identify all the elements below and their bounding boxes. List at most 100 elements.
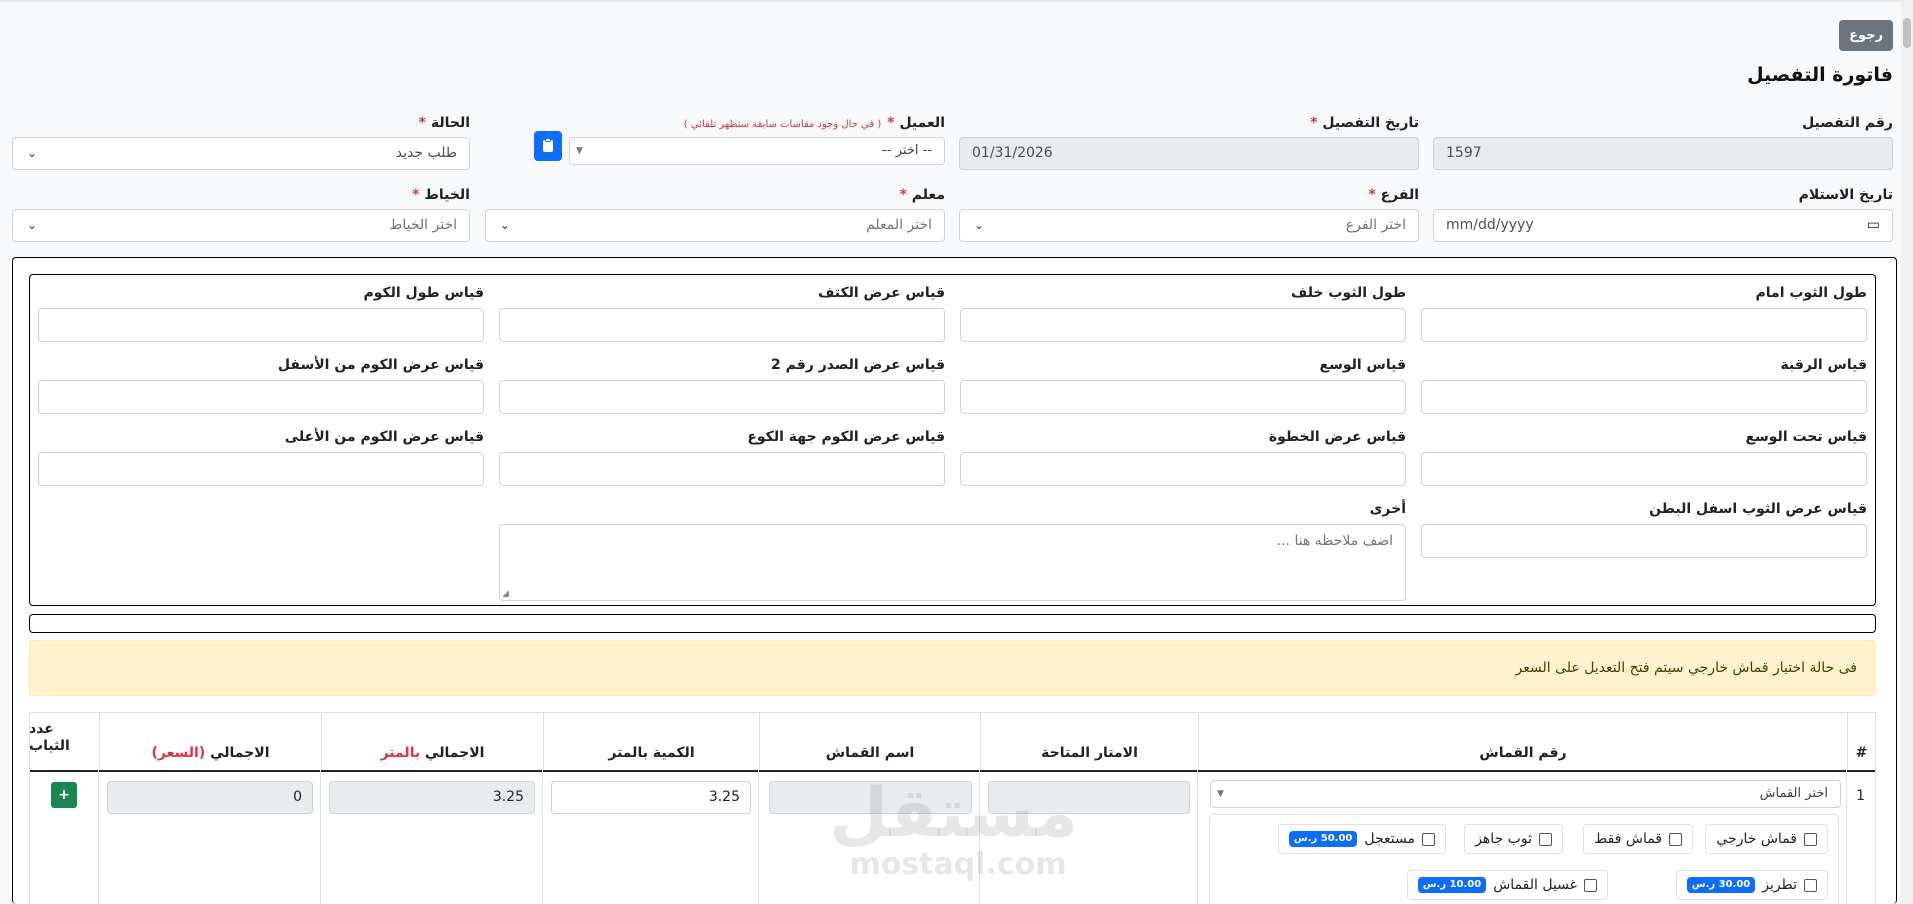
chest-width-2-field: قياس عرض الصدر رقم 2 [499,357,945,414]
front-length-label: طول الثوب امام [1755,285,1867,301]
invoice-no-label: رقم التفصيل [1802,115,1893,131]
sleeve-bottom-label: قياس عرض الكوم من الأسفل [277,357,484,373]
sleeve-top-field: قياس عرض الكوم من الأعلى [38,429,484,486]
invoice-date-input[interactable]: 01/31/2026 [959,137,1419,170]
shoulder-width-input[interactable] [499,308,945,342]
sleeve-bottom-field: قياس عرض الكوم من الأسفل [38,357,484,414]
checkbox[interactable] [1539,832,1552,846]
wash-price-badge: 10.00 ر.س [1417,877,1487,893]
col-header-qty-meter: الكمية بالمتر [543,713,759,770]
receive-date-field: تاريخ الاستلام mm/dd/yyyy ▭ [1433,187,1893,242]
col-header-available-meters: الامتار المتاحة [980,713,1198,770]
client-field: العميل *( في حال وجود مقاسات سابقه ستظهر… [569,115,945,165]
other-notes-label: أخرى [1369,501,1406,517]
receive-date-label: تاريخ الاستلام [1798,187,1893,203]
checkbox[interactable] [1804,832,1817,846]
col-header-fabric-name: اسم القماش [759,713,980,770]
resize-grip-icon[interactable]: ◢ [502,589,509,599]
front-length-input[interactable] [1421,308,1867,342]
branch-label: الفرع * [1368,187,1419,203]
clipboard-button[interactable] [534,131,562,161]
checkbox[interactable] [1804,878,1817,892]
client-select[interactable]: -- اختر -- ▼ [569,137,945,165]
waist-input[interactable] [960,380,1406,414]
col-header-total-meter: الاجمالي بالمتر [321,713,543,770]
col-header-fabric-no: رقم القماش [1198,713,1847,770]
col-divider [320,770,321,904]
sleeve-bottom-input[interactable] [38,380,484,414]
other-notes-textarea[interactable]: اضف ملاحظه هنا ... ◢ [499,524,1406,601]
add-row-button[interactable]: + [51,782,77,808]
sleeve-elbow-input[interactable] [499,452,945,486]
total-price-input[interactable]: 0 [107,781,313,814]
sleeve-length-input[interactable] [38,308,484,342]
page-scrollbar[interactable] [1901,0,1913,904]
teacher-label: معلم * [899,187,945,203]
teacher-select[interactable]: اختر المعلم ⌄ [485,209,945,242]
checkbox[interactable] [1669,832,1682,846]
neck-field: قياس الرقبة [1421,357,1867,414]
clipboard-icon [543,138,553,152]
measurements-box: طول الثوب امام طول الثوب خلف قياس عرض ال… [29,274,1876,606]
invoice-no-input[interactable]: 1597 [1433,137,1893,170]
col-divider [758,770,759,904]
top-border [0,0,1913,2]
sleeve-length-label: قياس طول الكوم [363,285,484,301]
back-button[interactable]: رجوع [1839,20,1893,51]
other-notes-field: أخرى اضف ملاحظه هنا ... ◢ [499,501,1406,601]
receive-date-input[interactable]: mm/dd/yyyy ▭ [1433,209,1893,242]
chevron-down-icon: ⌄ [974,218,985,232]
calendar-icon[interactable]: ▭ [1867,210,1880,241]
under-waist-field: قياس تحت الوسع [1421,429,1867,486]
fabric-select[interactable]: اختر القماش ▼ [1210,780,1841,808]
sleeve-top-input[interactable] [38,452,484,486]
col-header-num: # [1847,713,1875,770]
select-arrow-icon: ▼ [576,146,583,156]
col-divider [542,770,543,904]
waist-label: قياس الوسع [1319,357,1407,373]
belly-bottom-field: قياس عرض الثوب اسفل البطن [1421,501,1867,558]
fabric-name-input[interactable] [769,781,972,814]
under-waist-input[interactable] [1421,452,1867,486]
status-field: الحالة * طلب جديد ⌄ [12,115,470,170]
scrollbar-thumb[interactable] [1903,18,1911,48]
step-width-input[interactable] [960,452,1406,486]
tailor-select[interactable]: اختر الخياط ⌄ [12,209,470,242]
option-embroidery[interactable]: تطريز 30.00 ر.س [1675,870,1828,900]
empty-section-box [29,614,1876,633]
neck-input[interactable] [1421,380,1867,414]
status-select[interactable]: طلب جديد ⌄ [12,137,470,170]
shoulder-width-field: قياس عرض الكتف [499,285,945,342]
branch-select[interactable]: اختر الفرع ⌄ [959,209,1419,242]
col-divider [1197,770,1198,904]
teacher-field: معلم * اختر المعلم ⌄ [485,187,945,242]
qty-meter-input[interactable]: 3.25 [551,781,751,814]
step-width-field: قياس عرض الخطوة [960,429,1406,486]
waist-field: قياس الوسع [960,357,1406,414]
col-divider [979,770,980,904]
client-label: العميل *( في حال وجود مقاسات سابقه ستظهر… [683,115,945,131]
checkbox[interactable] [1422,832,1435,846]
sleeve-top-label: قياس عرض الكوم من الأعلى [284,429,484,445]
sleeve-elbow-field: قياس عرض الكوم جهة الكوع [499,429,945,486]
available-meters-input[interactable] [988,781,1190,814]
chevron-down-icon: ⌄ [500,218,511,232]
checkbox[interactable] [1584,878,1597,892]
shoulder-width-label: قياس عرض الكتف [818,285,945,301]
total-meter-input[interactable]: 3.25 [329,781,535,814]
option-external-fabric[interactable]: قماش خارجي [1705,824,1828,854]
option-urgent[interactable]: مستعجل 50.00 ر.س [1277,824,1446,854]
chest-width-2-input[interactable] [499,380,945,414]
urgent-price-badge: 50.00 ر.س [1288,831,1358,847]
sleeve-length-field: قياس طول الكوم [38,285,484,342]
select-arrow-icon: ▼ [1217,789,1224,799]
status-label: الحالة * [418,115,470,131]
option-fabric-wash[interactable]: غسيل القماش 10.00 ر.س [1406,870,1608,900]
invoice-date-label: تاريخ التفصيل * [1310,115,1419,131]
sleeve-elbow-label: قياس عرض الكوم جهة الكوع [747,429,945,445]
back-length-input[interactable] [960,308,1406,342]
embroidery-price-badge: 30.00 ر.س [1686,877,1756,893]
option-ready-garment[interactable]: ثوب جاهز [1464,824,1563,854]
belly-bottom-input[interactable] [1421,524,1867,558]
option-fabric-only[interactable]: قماش فقط [1583,824,1693,854]
